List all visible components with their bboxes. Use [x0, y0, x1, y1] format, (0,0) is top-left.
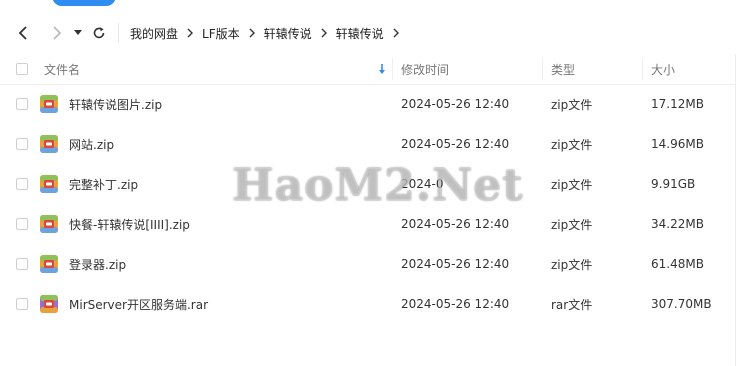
caret-down-icon	[74, 30, 82, 35]
file-modified: 2024-05-26 12:40	[401, 137, 510, 151]
zip-archive-icon	[39, 244, 59, 284]
file-type: rar文件	[551, 297, 593, 312]
file-modified: 2024-05-26 12:40	[401, 97, 510, 111]
file-name[interactable]: MirServer开区服务端.rar	[69, 284, 208, 324]
file-row[interactable]: 登录器.zip 2024-05-26 12:40 zip文件 61.48MB	[0, 244, 735, 284]
row-checkbox[interactable]	[16, 218, 28, 230]
row-checkbox[interactable]	[16, 138, 28, 150]
file-type: zip文件	[551, 97, 593, 112]
column-divider[interactable]	[642, 58, 643, 80]
file-name[interactable]: 轩辕传说图片.zip	[69, 84, 162, 124]
rar-archive-icon	[39, 284, 59, 324]
chevron-left-icon	[18, 26, 27, 40]
row-checkbox[interactable]	[16, 178, 28, 190]
file-type: zip文件	[551, 217, 593, 232]
file-type: zip文件	[551, 137, 593, 152]
zip-archive-icon	[39, 164, 59, 204]
file-size: 17.12MB	[651, 97, 704, 111]
file-size: 14.96MB	[651, 137, 704, 151]
zip-archive-icon	[39, 204, 59, 244]
file-modified: 2024-05-26 12:40	[401, 217, 510, 231]
breadcrumb: 我的网盘 LF版本 轩辕传说 轩辕传说	[130, 18, 408, 48]
row-checkbox[interactable]	[16, 258, 28, 270]
column-header-name[interactable]: 文件名	[44, 54, 80, 84]
back-button[interactable]	[14, 18, 34, 48]
file-name[interactable]: 完整补丁.zip	[69, 164, 138, 204]
zip-archive-icon	[39, 124, 59, 164]
file-name[interactable]: 网站.zip	[69, 124, 114, 164]
column-header-size[interactable]: 大小	[651, 54, 675, 84]
file-row[interactable]: MirServer开区服务端.rar 2024-05-26 12:40 rar文…	[0, 284, 735, 324]
chevron-right-icon	[392, 28, 400, 38]
chevron-right-icon	[53, 26, 62, 40]
file-modified: 2024-05-26 12:40	[401, 297, 510, 311]
file-modified: 2024-0	[401, 177, 444, 191]
refresh-icon	[93, 27, 105, 39]
refresh-button[interactable]	[90, 18, 108, 48]
nav-divider	[118, 23, 119, 43]
select-all-checkbox-wrap[interactable]	[16, 54, 28, 84]
chevron-right-icon	[248, 28, 256, 38]
forward-button[interactable]	[46, 18, 66, 48]
breadcrumb-item[interactable]: 轩辕传说	[264, 25, 312, 42]
file-size: 34.22MB	[651, 217, 704, 231]
row-checkbox[interactable]	[16, 298, 28, 310]
sort-arrow-icon[interactable]	[378, 54, 386, 84]
file-row[interactable]: 完整补丁.zip 2024-0 zip文件 9.91GB	[0, 164, 735, 204]
breadcrumb-item[interactable]: LF版本	[202, 25, 240, 42]
file-row[interactable]: 轩辕传说图片.zip 2024-05-26 12:40 zip文件 17.12M…	[0, 84, 735, 124]
column-divider[interactable]	[392, 58, 393, 80]
chevron-right-icon	[320, 28, 328, 38]
breadcrumb-item[interactable]: 我的网盘	[130, 25, 178, 42]
file-row[interactable]: 快餐-轩辕传说[IIII].zip 2024-05-26 12:40 zip文件…	[0, 204, 735, 244]
column-header-modified[interactable]: 修改时间	[401, 54, 449, 84]
select-all-checkbox[interactable]	[16, 63, 28, 75]
right-pane-edge	[735, 54, 755, 366]
column-divider[interactable]	[542, 58, 543, 80]
file-name[interactable]: 快餐-轩辕传说[IIII].zip	[69, 204, 190, 244]
zip-archive-icon	[39, 84, 59, 124]
history-dropdown-button[interactable]	[72, 18, 84, 48]
file-modified: 2024-05-26 12:40	[401, 257, 510, 271]
breadcrumb-item-current[interactable]: 轩辕传说	[336, 25, 384, 42]
file-size: 307.70MB	[651, 297, 712, 311]
navigation-bar: 我的网盘 LF版本 轩辕传说 轩辕传说	[0, 18, 755, 48]
column-header-type[interactable]: 类型	[551, 54, 575, 84]
file-size: 9.91GB	[651, 177, 696, 191]
file-size: 61.48MB	[651, 257, 704, 271]
file-name[interactable]: 登录器.zip	[69, 244, 126, 284]
file-row[interactable]: 网站.zip 2024-05-26 12:40 zip文件 14.96MB	[0, 124, 735, 164]
file-list-header: 文件名 修改时间 类型 大小	[0, 54, 735, 85]
upload-button-edge[interactable]	[52, 0, 116, 6]
chevron-right-icon	[186, 28, 194, 38]
file-type: zip文件	[551, 177, 593, 192]
file-type: zip文件	[551, 257, 593, 272]
row-checkbox[interactable]	[16, 98, 28, 110]
